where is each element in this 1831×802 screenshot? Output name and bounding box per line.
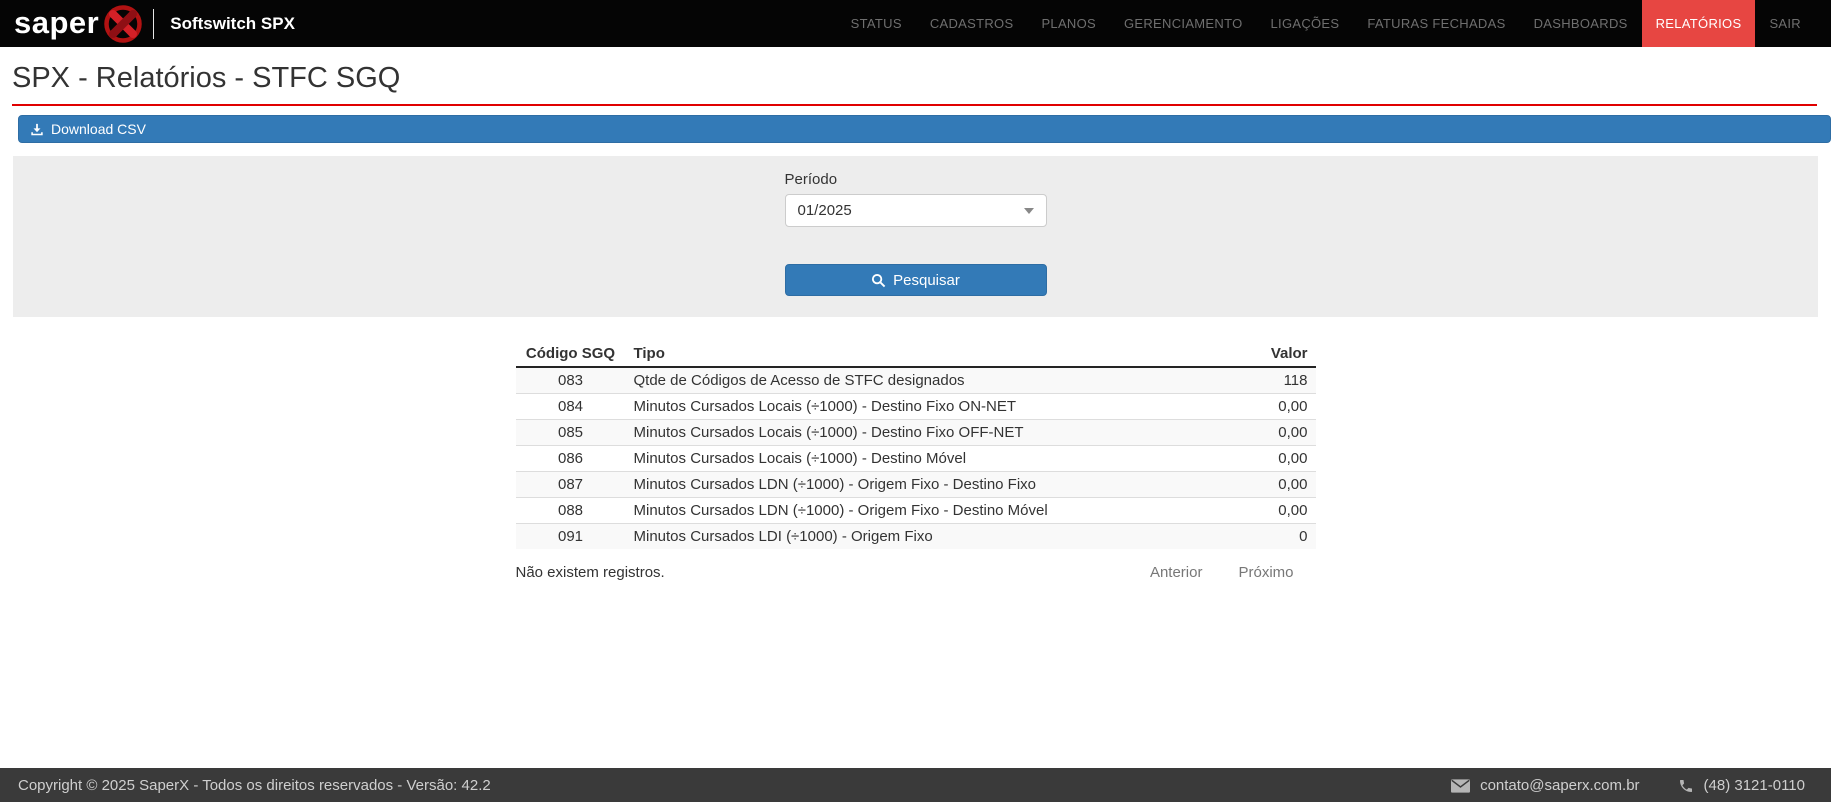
nav-item-status[interactable]: STATUS [837,0,916,47]
cell-tipo: Minutos Cursados Locais (÷1000) - Destin… [626,446,1186,472]
sgq-report-section: Código SGQTipoValor 083Qtde de Códigos d… [516,341,1316,581]
filter-panel: Período 01/2025 Pesquisar [13,156,1818,317]
contact-email-link[interactable]: contato@saperx.com.br [1480,777,1639,794]
table-row: 085Minutos Cursados Locais (÷1000) - Des… [516,420,1316,446]
pesquisar-button[interactable]: Pesquisar [785,264,1047,296]
cell-tipo: Minutos Cursados Locais (÷1000) - Destin… [626,420,1186,446]
saperx-logo-x-icon [101,2,145,46]
period-select-value: 01/2025 [798,202,852,219]
search-icon [871,272,886,289]
table-footer: Não existem registros. Anterior Próximo [516,564,1316,581]
empty-records-text: Não existem registros. [516,564,665,581]
cell-codigo-sgq: 091 [516,524,626,550]
pagination: Anterior Próximo [1150,564,1316,581]
table-row: 084Minutos Cursados Locais (÷1000) - Des… [516,394,1316,420]
page-root: saper Softswitch SPX STATUSCADASTROSPLAN… [0,0,1831,802]
top-navbar: saper Softswitch SPX STATUSCADASTROSPLAN… [0,0,1831,47]
phone-icon [1678,776,1694,793]
cell-tipo: Qtde de Códigos de Acesso de STFC design… [626,367,1186,394]
sgq-table: Código SGQTipoValor 083Qtde de Códigos d… [516,341,1316,549]
phone-group: (48) 3121-0110 [1678,776,1805,793]
cell-valor: 0 [1186,524,1316,550]
cell-codigo-sgq: 086 [516,446,626,472]
cell-valor: 0,00 [1186,498,1316,524]
cell-codigo-sgq: 087 [516,472,626,498]
cell-tipo: Minutos Cursados LDN (÷1000) - Origem Fi… [626,472,1186,498]
table-header-row: Código SGQTipoValor [516,341,1316,367]
nav-item-faturas-fechadas[interactable]: FATURAS FECHADAS [1353,0,1519,47]
email-group: contato@saperx.com.br [1451,777,1639,794]
nav-item-relatorios[interactable]: RELATÓRIOS [1642,0,1756,47]
nav-item-gerenciamento[interactable]: GERENCIAMENTO [1110,0,1257,47]
filter-column: Período 01/2025 Pesquisar [785,156,1047,317]
cell-tipo: Minutos Cursados Locais (÷1000) - Destin… [626,394,1186,420]
saperx-logo-text: saper [14,7,99,38]
column-header-valor: Valor [1186,341,1316,367]
cell-codigo-sgq: 084 [516,394,626,420]
cell-codigo-sgq: 085 [516,420,626,446]
contact-phone-number: (48) 3121-0110 [1704,777,1805,794]
cell-tipo: Minutos Cursados LDN (÷1000) - Origem Fi… [626,498,1186,524]
period-select[interactable]: 01/2025 [785,194,1047,227]
cell-valor: 0,00 [1186,446,1316,472]
envelope-icon [1451,777,1470,794]
table-row: 083Qtde de Códigos de Acesso de STFC des… [516,367,1316,394]
cell-valor: 0,00 [1186,472,1316,498]
cell-valor: 118 [1186,367,1316,394]
cell-valor: 0,00 [1186,394,1316,420]
chevron-down-icon [1024,208,1034,214]
column-header-codigo-sgq: Código SGQ [516,341,626,367]
nav-item-sair[interactable]: SAIR [1755,0,1815,47]
nav-item-planos[interactable]: PLANOS [1027,0,1110,47]
sgq-table-body: 083Qtde de Códigos de Acesso de STFC des… [516,367,1316,549]
download-icon [30,121,44,137]
copyright-text: Copyright © 2025 SaperX - Todos os direi… [18,777,491,794]
footer: Copyright © 2025 SaperX - Todos os direi… [0,768,1831,802]
column-header-tipo: Tipo [626,341,1186,367]
cell-codigo-sgq: 083 [516,367,626,394]
nav-item-ligacoes[interactable]: LIGAÇÕES [1257,0,1354,47]
period-label: Período [785,171,1047,188]
footer-contact: contato@saperx.com.br (48) 3121-0110 [1451,776,1805,793]
table-row: 091Minutos Cursados LDI (÷1000) - Origem… [516,524,1316,550]
table-row: 087Minutos Cursados LDN (÷1000) - Origem… [516,472,1316,498]
download-csv-button[interactable]: Download CSV [18,115,1831,143]
cell-tipo: Minutos Cursados LDI (÷1000) - Origem Fi… [626,524,1186,550]
download-csv-label: Download CSV [51,121,146,137]
sgq-table-head: Código SGQTipoValor [516,341,1316,367]
pesquisar-label: Pesquisar [893,272,960,289]
cell-codigo-sgq: 088 [516,498,626,524]
table-row: 086Minutos Cursados Locais (÷1000) - Des… [516,446,1316,472]
page-title: SPX - Relatórios - STFC SGQ [12,62,1817,106]
nav-menu: STATUSCADASTROSPLANOSGERENCIAMENTOLIGAÇÕ… [837,0,1831,47]
brand: saper Softswitch SPX [0,0,295,47]
table-row: 088Minutos Cursados LDN (÷1000) - Origem… [516,498,1316,524]
pagination-next-link[interactable]: Próximo [1238,564,1293,581]
app-name: Softswitch SPX [170,14,295,34]
cell-valor: 0,00 [1186,420,1316,446]
pagination-previous-link[interactable]: Anterior [1150,564,1203,581]
brand-divider [153,9,154,39]
nav-item-dashboards[interactable]: DASHBOARDS [1520,0,1642,47]
nav-item-cadastros[interactable]: CADASTROS [916,0,1028,47]
